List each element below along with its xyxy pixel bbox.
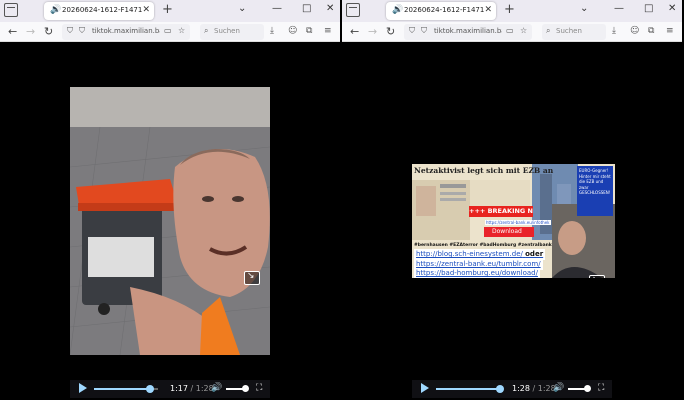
tab-close-icon[interactable]: ✕ [484,5,492,15]
reload-icon[interactable]: ↻ [44,25,53,38]
seek-slider[interactable] [436,385,504,393]
extensions-icon[interactable]: ⧉ [648,26,654,36]
download-icon[interactable]: ⤓ [270,26,274,36]
new-tab-icon[interactable]: + [504,2,515,17]
window-close-icon[interactable]: ✕ [326,3,334,14]
back-icon[interactable]: ← [8,25,17,38]
download-icon[interactable]: ⤓ [612,26,616,36]
new-tab-icon[interactable]: + [162,2,173,17]
volume-slider[interactable] [226,385,249,392]
url-bar[interactable]: ⛉ ⛉ tiktok.maximilian.bau ▭ ☆ [404,24,532,40]
time-current: 1:17 [170,384,188,393]
volume-slider[interactable] [568,385,591,392]
bookmark-star-icon[interactable]: ☆ [520,26,527,35]
chevron-down-icon[interactable]: ⌄ [580,3,588,14]
video-controls: 1:28 / 1:28 🔊 ⛶ [412,380,612,398]
slide-link-1-extra: oder [525,250,544,258]
video-controls: 1:17 / 1:28 🔊 ⛶ [70,380,270,398]
browser-window-right: 🔊 20260624-1612-F147121220135 ✕ + ⌄ — □ … [342,0,682,400]
play-icon[interactable] [79,383,87,393]
nav-toolbar: ← → ↻ ⛉ ⛉ tiktok.maximilian.bau ▭ ☆ ⌕ Su… [342,22,682,42]
search-placeholder: Suchen [214,27,240,35]
play-icon[interactable] [421,383,429,393]
tab-active[interactable]: 🔊 20260624-1612-F147121220135 ✕ [44,2,154,20]
seek-fill [436,388,500,390]
tab-title: 20260624-1612-F147121220135 [404,6,484,14]
nav-toolbar: ← → ↻ ⛉ ⛉ tiktok.maximilian.bau ▭ ☆ ⌕ Su… [0,22,340,42]
tab-active[interactable]: 🔊 20260624-1612-F147121220135 ✕ [386,2,496,20]
site-info-icon[interactable]: ⛉ [421,26,427,36]
tab-close-icon[interactable]: ✕ [142,5,150,15]
slide-hashtags: #bernhausen #EZAterror #badHomburg #zent… [414,243,552,248]
tab-bar: 🔊 20260624-1612-F147121220135 ✕ + ⌄ — □ … [342,0,682,22]
slide-link-3: https://bad-homburg.eu/download/ [414,268,540,278]
tab-bar: 🔊 20260624-1612-F147121220135 ✕ + ⌄ — □ … [0,0,340,22]
speaker-icon[interactable]: 🔊 [392,5,403,15]
tab-list-icon[interactable] [346,3,360,17]
desktop: 🔊 20260624-1612-F147121220135 ✕ + ⌄ — □ … [0,0,684,400]
search-icon: ⌕ [204,26,209,35]
search-box[interactable]: ⌕ Suchen [200,24,264,40]
bookmark-star-icon[interactable]: ☆ [178,26,185,35]
account-icon[interactable]: ☺ [288,26,297,36]
video-frame[interactable]: Netzaktivist legt sich mit EZB an EURO-G… [412,164,615,278]
maximize-icon[interactable]: □ [644,3,653,14]
back-icon[interactable]: ← [350,25,359,38]
fullscreen-icon[interactable]: ⛶ [256,383,262,393]
slide-euro-box: EURO-Gegner! Hinter mir steht die EZB un… [577,166,613,216]
forward-icon[interactable]: → [26,25,35,38]
time-display: 1:17 / 1:28 [170,384,214,393]
time-current: 1:28 [512,384,530,393]
speaker-icon[interactable]: 🔊 [50,5,61,15]
reload-icon[interactable]: ↻ [386,25,395,38]
seek-thumb[interactable] [496,385,504,393]
tab-title: 20260624-1612-F147121220135 [62,6,142,14]
window-close-icon[interactable]: ✕ [668,3,676,14]
search-icon: ⌕ [546,26,551,35]
pip-overlay-icon[interactable] [589,275,605,278]
pip-icon[interactable]: ▭ [506,26,514,35]
minimize-icon[interactable]: — [272,3,282,14]
forward-icon[interactable]: → [368,25,377,38]
seek-slider[interactable] [94,385,158,393]
menu-icon[interactable]: ≡ [666,26,674,36]
browser-window-left: 🔊 20260624-1612-F147121220135 ✕ + ⌄ — □ … [0,0,340,400]
pip-icon[interactable]: ▭ [164,26,172,35]
account-icon[interactable]: ☺ [630,26,639,36]
video-frame[interactable] [70,87,270,355]
url-bar[interactable]: ⛉ ⛉ tiktok.maximilian.bau ▭ ☆ [62,24,190,40]
volume-icon[interactable]: 🔊 [211,383,222,393]
extensions-icon[interactable]: ⧉ [306,26,312,36]
search-box[interactable]: ⌕ Suchen [542,24,606,40]
volume-icon[interactable]: 🔊 [553,383,564,393]
maximize-icon[interactable]: □ [302,3,311,14]
slide-link-1-text: http://blog.sch-einesystem.de/ [416,250,523,258]
chevron-down-icon[interactable]: ⌄ [238,3,246,14]
volume-thumb[interactable] [584,385,591,392]
search-placeholder: Suchen [556,27,582,35]
breaking-news-banner: +++ BREAKING NEWS +++ [469,206,533,217]
video-still [70,87,270,355]
shield-icon[interactable]: ⛉ [67,26,73,36]
shield-icon[interactable]: ⛉ [409,26,415,36]
slide-headline: Netzaktivist legt sich mit EZB an [414,166,554,175]
page-content: Netzaktivist legt sich mit EZB an EURO-G… [342,42,682,400]
slide-download-button: Download [484,227,534,237]
menu-icon[interactable]: ≡ [324,26,332,36]
pip-overlay-icon[interactable] [244,271,260,285]
url-text[interactable]: tiktok.maximilian.bau [92,27,160,35]
fullscreen-icon[interactable]: ⛶ [598,383,604,393]
seek-fill [94,388,150,390]
slide-small-url: https://zentral-bank.eu/infothek [485,220,551,225]
url-text[interactable]: tiktok.maximilian.bau [434,27,502,35]
site-info-icon[interactable]: ⛉ [79,26,85,36]
minimize-icon[interactable]: — [614,3,624,14]
seek-thumb[interactable] [146,385,154,393]
time-display: 1:28 / 1:28 [512,384,556,393]
page-content: 1:17 / 1:28 🔊 ⛶ [0,42,340,400]
tab-list-icon[interactable] [4,3,18,17]
volume-thumb[interactable] [242,385,249,392]
